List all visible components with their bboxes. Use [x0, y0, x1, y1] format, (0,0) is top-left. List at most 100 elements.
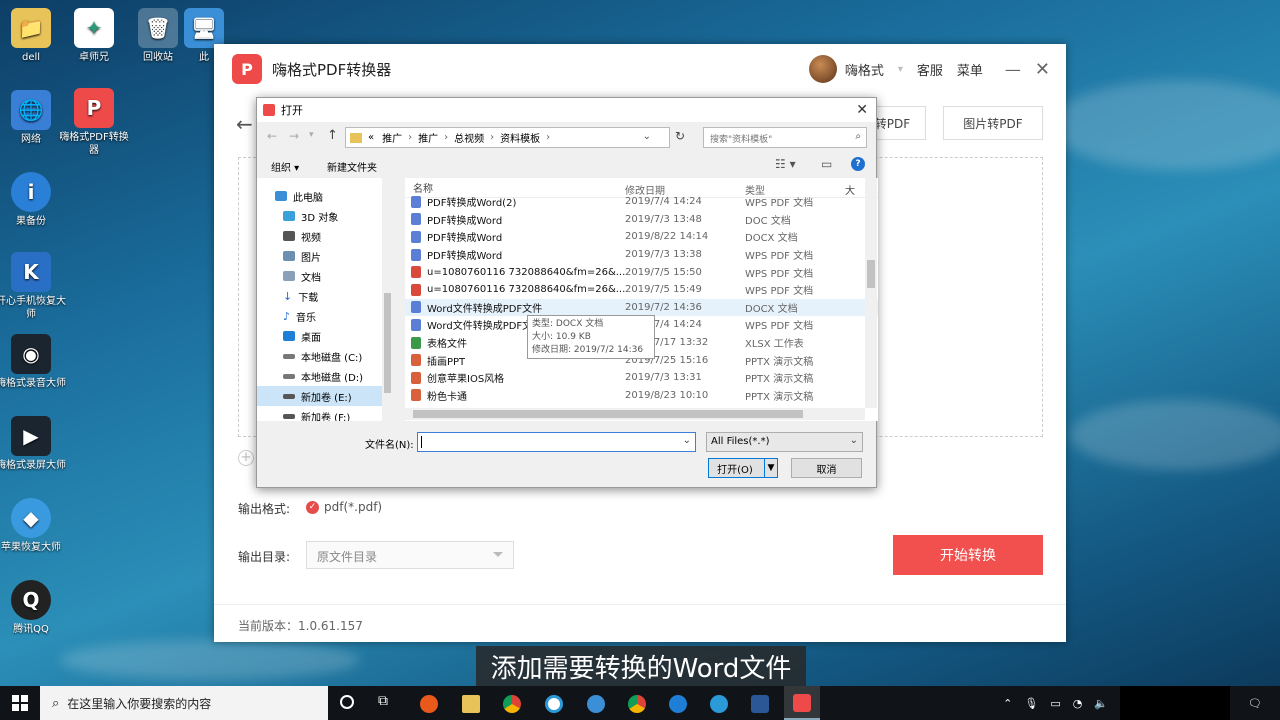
service-link[interactable]: 客服 [917, 60, 943, 79]
chrome-icon[interactable] [503, 695, 521, 713]
nav-item-downloads[interactable]: ↓ 下载 [257, 286, 392, 306]
cancel-button[interactable]: 取消 [791, 458, 862, 478]
view-options-icon[interactable]: ☷ ▾ [775, 157, 796, 171]
clock-area[interactable] [1120, 686, 1231, 720]
ie-icon[interactable] [710, 695, 728, 713]
refresh-icon[interactable]: ↻ [675, 129, 685, 143]
scroll-thumb[interactable] [867, 260, 875, 288]
desktop-icon-recorder[interactable]: ◉ 嗨格式录音大师 [0, 334, 69, 390]
close-icon[interactable]: ✕ [1035, 59, 1050, 80]
nav-item-this-pc[interactable]: 此电脑 [257, 186, 392, 206]
file-row[interactable]: u=1080760116 732088640&fm=26&... 2019/7/5… [405, 263, 878, 281]
nav-item-drive-d[interactable]: 本地磁盘 (D:) [257, 366, 392, 386]
add-file-icon[interactable]: + [238, 450, 254, 466]
avatar[interactable] [808, 55, 837, 83]
file-name: Word文件转换成PDF文件 [427, 303, 543, 315]
nav-item-drive-c[interactable]: 本地磁盘 (C:) [257, 346, 392, 366]
cortana-icon[interactable] [340, 695, 354, 709]
dialog-close-icon[interactable]: ✕ [856, 102, 868, 118]
nav-scrollbar[interactable] [382, 178, 393, 421]
firefox-icon[interactable] [420, 695, 438, 713]
nav-item-videos[interactable]: 视频 [257, 226, 392, 246]
menu-link[interactable]: 菜单 [957, 60, 983, 79]
file-row[interactable]: PDF转换成Word 2019/7/3 13:38 WPS PDF 文档 [405, 246, 878, 264]
file-row[interactable]: PDF转换成Word 2019/8/22 14:14 DOCX 文档 [405, 228, 878, 246]
file-row[interactable]: PDF转换成Word 2019/7/3 13:48 DOC 文档 [405, 211, 878, 229]
file-type: DOCX 文档 [745, 303, 798, 315]
wifi-icon[interactable]: ◔ [1073, 697, 1083, 710]
qq-browser-icon[interactable] [545, 695, 563, 713]
filename-input[interactable]: ⌄ [417, 432, 696, 452]
desktop-icon-backup[interactable]: i 果备份 [0, 172, 69, 228]
nav-item-3d-objects[interactable]: 3D 对象 [257, 206, 392, 226]
scroll-thumb[interactable] [413, 410, 803, 418]
organize-button[interactable]: 组织 ▾ [271, 159, 299, 174]
chevron-down-icon[interactable]: ⌄ [683, 435, 691, 446]
desktop-icon-screen-recorder[interactable]: ▶ 嗨格式录屏大师 [0, 416, 69, 472]
up-arrow-icon[interactable]: ↑ [327, 128, 338, 143]
app-icon[interactable] [587, 695, 605, 713]
file-row[interactable]: u=1080760116 732088640&fm=26&... 2019/7/5… [405, 281, 878, 299]
search-input[interactable]: 搜索"资料模板" ⌕ [703, 127, 867, 148]
file-icon [411, 354, 421, 367]
chevron-down-icon [493, 552, 503, 557]
open-button[interactable]: 打开(O) ▼ [708, 458, 778, 478]
minimize-icon[interactable]: — [1005, 60, 1021, 79]
forward-arrow-icon[interactable]: → [289, 129, 299, 143]
taskbar-search[interactable]: ⌕ 在这里输入你要搜索的内容 [40, 686, 328, 720]
chevron-down-icon[interactable]: ▼ [764, 459, 777, 477]
nav-item-drive-f[interactable]: 新加卷 (F:) [257, 406, 392, 421]
desktop-icon-phone-recovery[interactable]: K 开心手机恢复大师 [0, 252, 69, 321]
windows-start-icon[interactable] [12, 695, 28, 711]
start-convert-button[interactable]: 开始转换 [893, 535, 1043, 575]
file-row[interactable]: 创意苹果IOS风格 2019/7/3 13:31 PPTX 演示文稿 [405, 369, 878, 387]
back-arrow-icon[interactable]: ← [236, 112, 253, 136]
column-date[interactable]: 修改日期 [625, 178, 745, 197]
new-folder-button[interactable]: 新建文件夹 [327, 159, 377, 174]
task-view-icon[interactable]: ⧉ [378, 693, 388, 709]
scroll-thumb[interactable] [384, 293, 391, 393]
chevron-down-icon[interactable]: ⌄ [643, 131, 651, 142]
file-hscrollbar[interactable] [405, 408, 865, 420]
nav-item-desktop[interactable]: 桌面 [257, 326, 392, 346]
chrome-icon[interactable] [628, 695, 646, 713]
file-row[interactable]: 粉色卡通 2019/8/23 10:10 PPTX 演示文稿 [405, 387, 878, 405]
back-arrow-icon[interactable]: ← [267, 129, 277, 143]
taskbar-search-placeholder: 在这里输入你要搜索的内容 [67, 696, 212, 711]
word-icon[interactable] [751, 695, 769, 713]
nav-item-drive-e[interactable]: 新加卷 (E:) [257, 386, 392, 406]
tab-image-to-pdf[interactable]: 图片转PDF [943, 106, 1043, 140]
file-explorer-icon[interactable] [462, 695, 480, 713]
nav-item-documents[interactable]: 文档 [257, 266, 392, 286]
volume-icon[interactable]: 🔈 [1094, 697, 1108, 710]
dialog-title: 打开 [281, 104, 303, 117]
help-icon[interactable]: ? [851, 157, 865, 171]
chevron-down-icon[interactable]: ▾ [309, 130, 314, 140]
pdf-app-icon[interactable] [784, 686, 820, 720]
desktop-icon-qq[interactable]: Q 腾讯QQ [0, 580, 69, 636]
desktop-icon-apple-recovery[interactable]: ◆ 苹果恢复大师 [0, 498, 69, 554]
microphone-icon[interactable]: 🎙 [1024, 697, 1038, 710]
chevron-down-icon[interactable]: ▾ [898, 64, 903, 75]
nav-item-music[interactable]: ♪ 音乐 [257, 306, 392, 326]
file-row[interactable]: PDF转换成Word(2) 2019/7/4 14:24 WPS PDF 文档 [405, 193, 878, 211]
battery-icon[interactable]: ▭ [1050, 697, 1060, 710]
preview-pane-icon[interactable]: ▭ [821, 157, 832, 171]
column-size[interactable]: 大 [845, 178, 855, 197]
address-box[interactable]: « 推广 › 推广 › 总视频 › 资料模板 › ⌄ [345, 127, 670, 148]
file-row[interactable]: Word文件转换成PDF文件 2019/7/2 14:36 DOCX 文档 [405, 298, 878, 317]
breadcrumb-item[interactable]: 资料模板 [500, 130, 540, 145]
output-dir-select[interactable]: 原文件目录 [306, 541, 514, 569]
chevron-up-icon[interactable]: ⌃ [1003, 697, 1012, 710]
breadcrumb-item[interactable]: 总视频 [454, 130, 484, 145]
output-format-option[interactable]: ✓ pdf(*.pdf) [306, 500, 382, 514]
file-scrollbar[interactable] [865, 178, 877, 408]
breadcrumb-item[interactable]: 推广 [418, 130, 438, 145]
nav-item-pictures[interactable]: 图片 [257, 246, 392, 266]
breadcrumb-item[interactable]: 推广 [382, 130, 402, 145]
user-name[interactable]: 嗨格式 [845, 60, 884, 79]
notification-icon[interactable]: 🗨 [1248, 697, 1262, 710]
edge-icon[interactable] [669, 695, 687, 713]
desktop-icon-pdf-converter[interactable]: P 嗨格式PDF转换器 [56, 88, 132, 157]
file-type-filter[interactable]: All Files(*.*) ⌄ [706, 432, 863, 452]
